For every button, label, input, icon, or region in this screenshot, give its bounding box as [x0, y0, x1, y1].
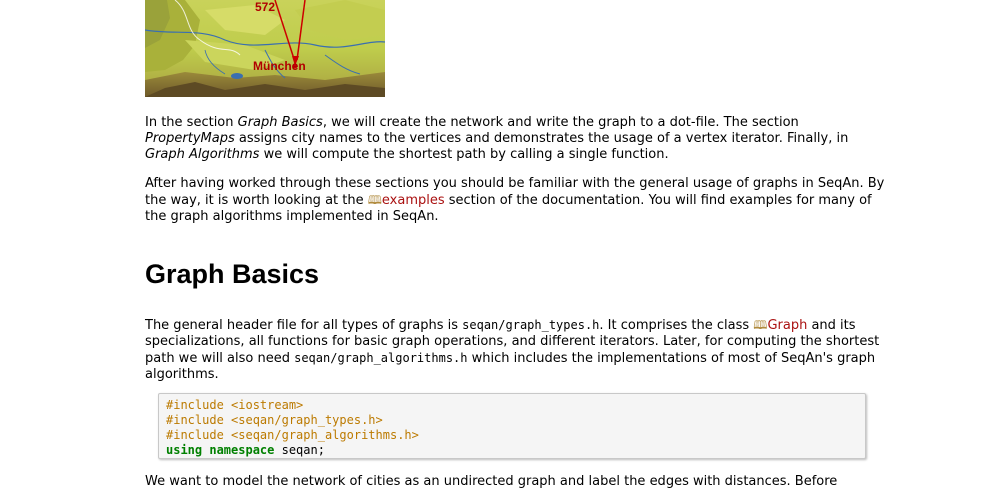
- map-city-label: München: [253, 59, 306, 73]
- graph-algorithms-emphasis: Graph Algorithms: [145, 147, 260, 162]
- inline-code-graph-types: seqan/graph_types.h: [462, 318, 600, 332]
- propertymaps-emphasis: PropertyMaps: [145, 131, 235, 146]
- section-heading: Graph Basics: [145, 259, 320, 289]
- graph-basics-emphasis: Graph Basics: [237, 115, 323, 130]
- inline-code-graph-algorithms: seqan/graph_algorithms.h: [294, 351, 468, 365]
- code-keyword: using namespace: [166, 443, 275, 457]
- intro-paragraph-1: In the section Graph Basics, we will cre…: [145, 115, 849, 162]
- map-distance-label: 572: [255, 0, 276, 14]
- code-line-3: #include <seqan/graph_algorithms.h>: [166, 428, 419, 442]
- graph-class-link[interactable]: Graph: [767, 318, 807, 333]
- code-line-2: #include <seqan/graph_types.h>: [166, 413, 383, 427]
- intro-paragraph-2: After having worked through these sectio…: [145, 176, 885, 224]
- book-icon: 🕮: [367, 193, 382, 207]
- code-line-4: using namespace seqan;: [166, 443, 325, 457]
- examples-link[interactable]: examples: [382, 193, 445, 208]
- code-block: #include <iostream> #include <seqan/grap…: [158, 393, 866, 459]
- code-line-1: #include <iostream>: [166, 398, 304, 412]
- section-paragraph: The general header file for all types of…: [145, 318, 880, 382]
- book-icon: 🕮: [753, 318, 768, 332]
- map-image: 572 München: [145, 0, 385, 97]
- bottom-paragraph: We want to model the network of cities a…: [145, 474, 838, 489]
